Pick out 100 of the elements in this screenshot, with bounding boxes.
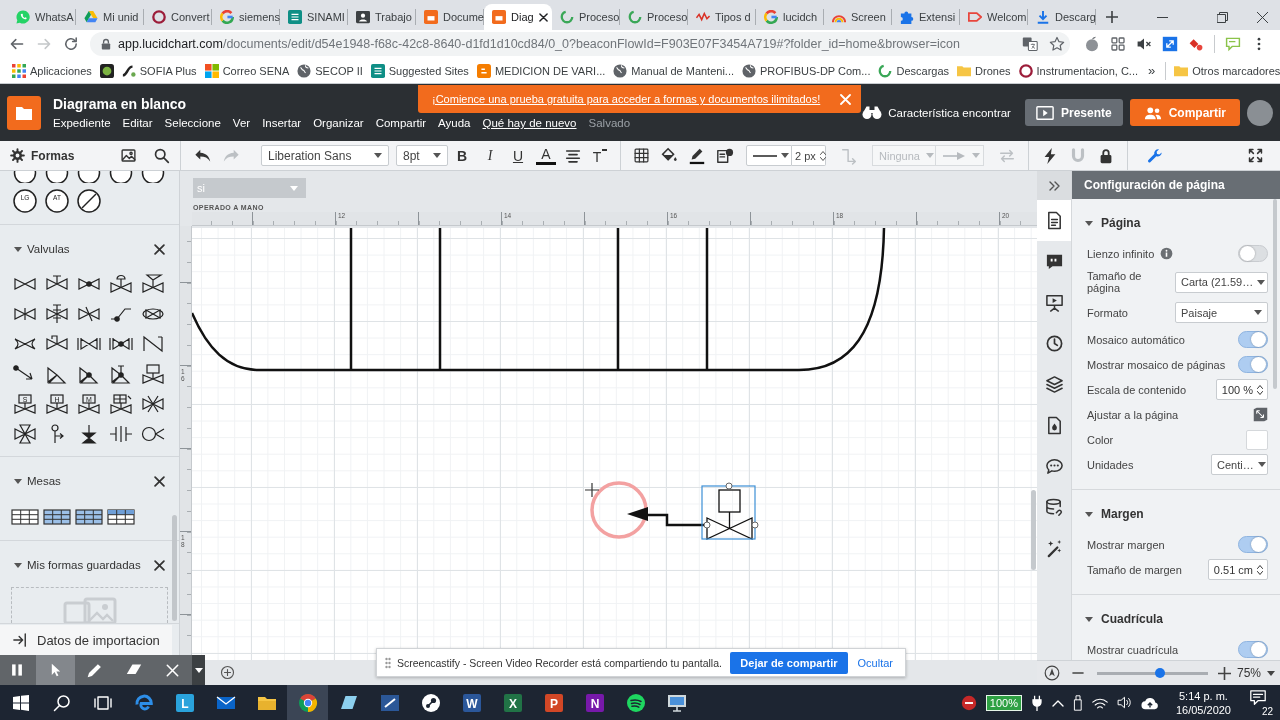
caret-icon[interactable] [1085,220,1093,226]
whats-new-link[interactable]: Qué hay de nuevo [482,117,577,129]
caret-icon[interactable] [14,562,22,568]
bookmark[interactable] [99,63,114,78]
circle-shape[interactable] [590,481,648,539]
expand-icon[interactable] [1162,36,1178,52]
pointer-tool[interactable] [36,655,75,685]
import-data-button[interactable]: Datos de importacion [0,625,172,655]
bold-button[interactable]: B [452,144,472,167]
italic-button[interactable]: I [480,144,500,167]
resize-arrows-icon[interactable] [1253,407,1268,422]
valve-symbol-icon[interactable] [141,424,165,444]
caret-icon[interactable] [1085,616,1093,622]
gear-icon[interactable] [10,148,25,163]
scrollbar-thumb[interactable] [172,515,177,621]
bookmark[interactable]: PROFIBUS-DP Com... [742,63,871,78]
reload-icon[interactable] [63,36,79,52]
instrument-bubble-icon[interactable] [45,171,69,183]
toggle-switch[interactable] [1238,536,1268,553]
sidebar-tab[interactable] [1037,200,1071,241]
number-field[interactable]: 100 % [1215,379,1268,400]
menu-item[interactable]: Compartir [375,117,427,129]
slider-thumb[interactable] [1155,668,1166,678]
line-style-select[interactable] [746,145,792,166]
present-button[interactable]: Presente [1024,99,1123,126]
valve-symbol-icon[interactable] [13,424,37,444]
close-icon[interactable] [538,12,548,22]
bookmark[interactable]: SECOP II [297,63,363,78]
valve-symbol-icon[interactable] [77,304,101,324]
close-icon[interactable] [154,243,165,255]
drag-handle-icon[interactable] [385,656,391,669]
tank-shape[interactable] [192,228,886,372]
plus-icon[interactable] [1106,11,1118,23]
speaker-icon[interactable] [1116,695,1132,710]
toggle-switch[interactable] [1238,356,1268,373]
pencil-icon[interactable] [688,146,706,165]
text-color-button[interactable]: A [536,146,556,165]
instrument-bubble-icon[interactable] [77,189,101,213]
section-title[interactable]: Mis formas guardadas [27,559,149,571]
search-icon[interactable] [153,147,170,164]
section-title[interactable]: Cuadrícula [1101,612,1163,626]
instrument-bubble-icon[interactable] [141,171,165,183]
close-icon[interactable] [154,559,165,571]
back-arrow-icon[interactable] [9,36,25,52]
select-field[interactable]: Carta (21.59… [1175,271,1268,293]
caret-icon[interactable] [14,478,22,484]
select-field[interactable]: Centi… [1211,454,1268,475]
font-select[interactable]: Liberation Sans [261,145,389,166]
instrument-bubble-icon[interactable] [13,171,37,183]
valve-symbol-icon[interactable] [141,364,165,384]
menu-item[interactable]: Insertar [262,117,302,129]
table-shape-icon[interactable] [75,509,103,525]
bookmark-folder[interactable]: Otros marcadores [1174,63,1280,78]
logo-icon[interactable] [7,95,41,130]
more-bookmarks-button[interactable]: » [1146,63,1158,78]
menu-item[interactable]: Organizar [313,117,364,129]
scrollbar-thumb[interactable] [1273,199,1277,389]
select-field[interactable]: Paisaje [1175,302,1268,323]
connection-handle[interactable] [751,521,759,529]
bookmark[interactable]: SOFIA Plus [121,63,197,78]
four-squares-icon[interactable] [1110,36,1126,52]
fullscreen-icon[interactable] [1247,147,1264,164]
plug-icon[interactable] [1030,694,1043,711]
avatar[interactable] [1247,99,1273,126]
table-icon[interactable] [633,147,650,164]
valve-symbol-icon[interactable] [45,304,69,324]
fruit-icon[interactable] [1084,36,1100,52]
section-title[interactable]: Margen [1101,507,1144,521]
bookmark[interactable]: Descargas [878,63,950,78]
translate-icon[interactable] [1022,36,1038,52]
toggle-switch[interactable] [1238,245,1268,262]
diamond-dot-icon[interactable] [1188,36,1204,52]
stop-sharing-button[interactable]: Dejar de compartir [730,651,848,674]
no-entry-icon[interactable] [960,694,977,711]
menu-item[interactable]: Expediente [53,117,111,129]
bookmark[interactable]: MEDICION DE VARI... [476,63,606,78]
connection-handle[interactable] [703,521,711,529]
scrollbar-thumb[interactable] [1031,490,1036,570]
bookmark[interactable]: Correo SENA [204,63,290,78]
table-shape-icon[interactable] [43,509,71,525]
close-icon[interactable] [1257,11,1268,23]
section-title[interactable]: Mesas [27,475,149,487]
text-size-button[interactable]: T [590,144,610,167]
menu-item[interactable]: Editar [122,117,153,129]
bookmark[interactable]: Aplicaciones [12,63,92,78]
compass-icon[interactable] [1044,665,1060,681]
address-bar[interactable]: app.lucidchart.com/documents/edit/d54e1948-f68c-42c8-8640-d1fd1d10cd84/0_0?beaconFlowId=F903E07F3454A719#?folder_id=home&browser=icon [90,32,1070,56]
add-page-icon[interactable] [220,665,235,680]
taskbar-button[interactable]: X [492,685,533,720]
cloud-upload-icon[interactable] [1140,695,1159,710]
table-shape-icon[interactable] [11,509,39,525]
bookmark[interactable]: Suggested Sites [370,63,469,78]
star-icon[interactable] [1049,36,1065,52]
valve-symbol-icon[interactable] [45,364,69,384]
connection-handle[interactable] [725,482,733,490]
mute-icon[interactable] [1136,36,1152,52]
image-icon[interactable] [120,147,137,164]
browser-tab[interactable]: Diag [484,4,552,30]
clock-time[interactable]: 5:14 p. m. [1179,688,1228,703]
close-icon[interactable] [154,475,165,487]
